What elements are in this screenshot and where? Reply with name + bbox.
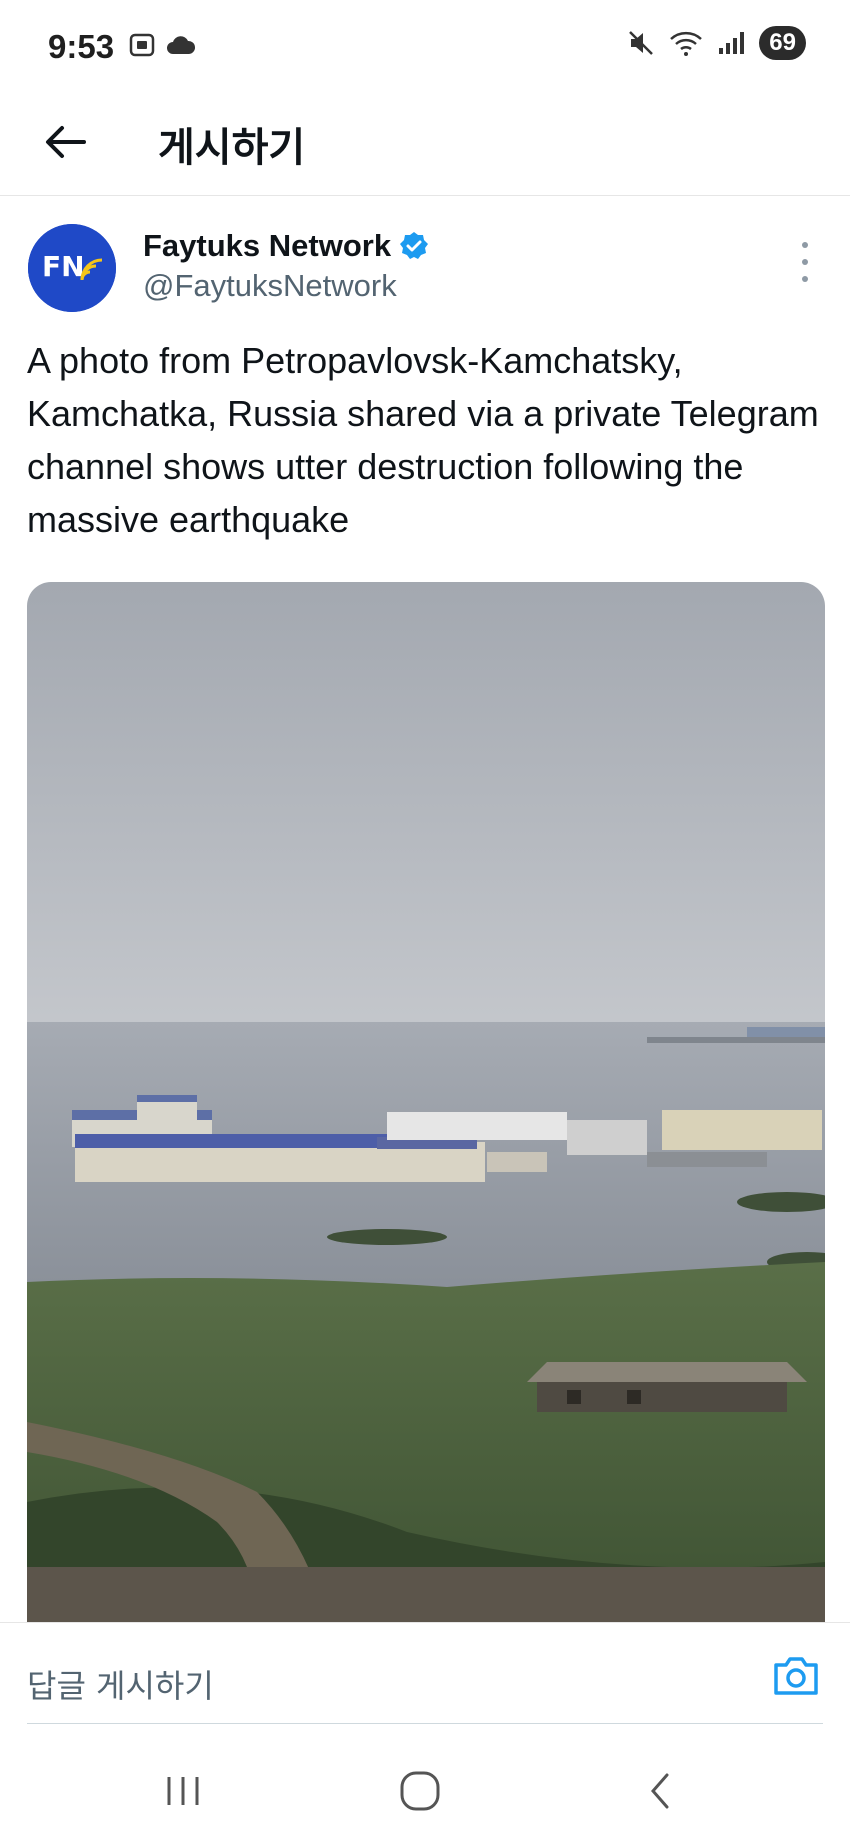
- cloud-icon: [167, 36, 196, 54]
- verified-badge-icon: [400, 232, 429, 259]
- camera-button[interactable]: [772, 1653, 820, 1697]
- status-left-icons: [128, 32, 196, 58]
- wifi-icon: [670, 31, 703, 56]
- flood-photo: [27, 582, 825, 1622]
- tweet-photo[interactable]: [27, 582, 825, 1622]
- author-handle[interactable]: @FaytuksNetwork: [143, 268, 397, 304]
- avatar-text: FN: [42, 250, 85, 283]
- battery-indicator: 69: [759, 26, 806, 60]
- system-back-button[interactable]: [630, 1766, 690, 1816]
- chevron-left-icon: [651, 1773, 669, 1809]
- signal-icon: [719, 32, 745, 54]
- status-bar: 9:53 69: [0, 0, 850, 95]
- dot: [802, 259, 808, 265]
- author-name-text: Faytuks Network: [143, 228, 392, 263]
- mute-icon: [629, 31, 654, 55]
- home-icon: [400, 1771, 440, 1811]
- back-button[interactable]: [40, 117, 90, 167]
- arrow-left-icon: [46, 126, 86, 158]
- faytuks-logo: FN: [28, 224, 116, 312]
- reply-input[interactable]: 답글 게시하기: [27, 1661, 214, 1707]
- more-options-button[interactable]: [790, 242, 820, 282]
- dot: [802, 242, 808, 248]
- system-nav-bar: [0, 1724, 850, 1842]
- app-header: 게시하기: [0, 95, 850, 196]
- recent-apps-icon: [167, 1777, 199, 1805]
- author-name[interactable]: Faytuks Network: [143, 228, 429, 264]
- reply-bar: 답글 게시하기: [0, 1622, 850, 1725]
- camera-icon: [774, 1657, 818, 1695]
- dot: [802, 276, 808, 282]
- avatar[interactable]: FN: [28, 224, 116, 312]
- status-right: 69: [627, 26, 806, 60]
- tweet-text: A photo from Petropavlovsk-Kamchatsky, K…: [27, 340, 819, 540]
- recent-apps-button[interactable]: [153, 1766, 213, 1816]
- home-button[interactable]: [390, 1766, 450, 1816]
- screenshot-icon: [129, 33, 155, 57]
- page-title: 게시하기: [158, 125, 306, 171]
- status-time: 9:53: [48, 28, 115, 65]
